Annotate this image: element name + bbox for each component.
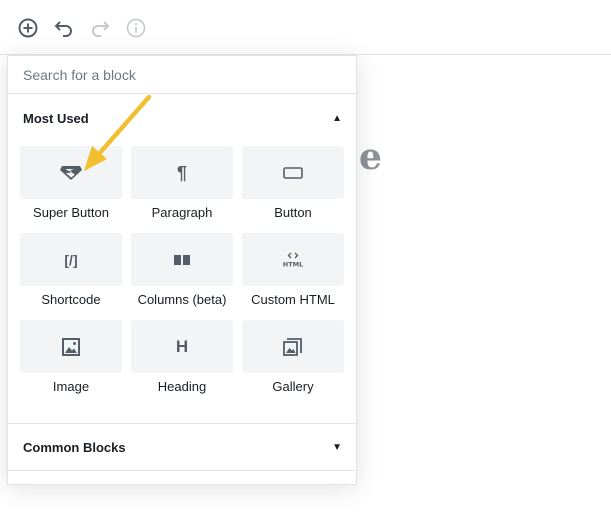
svg-text:HTML: HTML (283, 260, 303, 268)
block-label: Paragraph (151, 205, 213, 220)
block-image[interactable]: Image (20, 320, 122, 404)
block-label: Heading (157, 379, 207, 394)
block-label: Custom HTML (251, 292, 335, 307)
add-block-button[interactable] (15, 15, 41, 41)
block-label: Button (274, 205, 312, 220)
paragraph-icon: ¶ (176, 162, 187, 183)
block-tile: ¶ (131, 146, 233, 199)
undo-icon (54, 21, 72, 37)
add-block-icon (18, 18, 38, 38)
shortcode-icon: [/] (64, 251, 78, 268)
image-icon (62, 337, 80, 356)
editor-page: e Most Used ▲ Super Button ¶ (0, 0, 611, 526)
block-paragraph[interactable]: ¶ Paragraph (131, 146, 233, 230)
gallery-icon (283, 337, 302, 356)
block-gallery[interactable]: Gallery (242, 320, 344, 404)
block-custom-html[interactable]: HTML Custom HTML (242, 233, 344, 317)
block-label: Gallery (272, 379, 314, 394)
block-columns[interactable]: Columns (beta) (131, 233, 233, 317)
block-heading[interactable]: H Heading (131, 320, 233, 404)
block-shortcode[interactable]: [/] Shortcode (20, 233, 122, 317)
editor-toolbar (0, 0, 611, 55)
block-label: Shortcode (41, 292, 101, 307)
caret-up-icon: ▲ (332, 112, 342, 124)
block-tile: H (131, 320, 233, 373)
columns-icon (174, 254, 190, 265)
most-used-panel-toggle[interactable]: Most Used ▲ (8, 95, 356, 141)
common-blocks-panel-toggle[interactable]: Common Blocks ▼ (8, 424, 356, 470)
block-super-button[interactable]: Super Button (20, 146, 122, 230)
undo-button[interactable] (51, 15, 77, 41)
block-tile (20, 146, 122, 199)
caret-down-icon: ▼ (332, 441, 342, 453)
most-used-panel-title: Most Used (23, 110, 89, 126)
redo-icon (92, 21, 110, 37)
block-tile (20, 320, 122, 373)
block-tile (131, 233, 233, 286)
block-tile: HTML (242, 233, 344, 286)
panel-divider (8, 470, 356, 471)
block-label: Image (52, 379, 90, 394)
block-tile: [/] (20, 233, 122, 286)
block-search-input[interactable] (8, 56, 356, 94)
block-tile (242, 146, 344, 199)
common-blocks-panel-title: Common Blocks (23, 439, 126, 455)
info-button[interactable] (123, 15, 149, 41)
heading-icon: H (175, 337, 189, 356)
post-title-fragment: e (359, 136, 382, 178)
block-tile (242, 320, 344, 373)
block-button[interactable]: Button (242, 146, 344, 230)
html-icon: HTML (283, 252, 303, 268)
block-label: Columns (beta) (137, 292, 227, 307)
superman-icon (60, 165, 82, 180)
block-label: Super Button (33, 205, 109, 220)
button-icon (283, 166, 303, 179)
redo-button[interactable] (87, 15, 113, 41)
info-icon (126, 18, 146, 38)
block-inserter: Most Used ▲ Super Button ¶ Paragraph (7, 55, 357, 485)
